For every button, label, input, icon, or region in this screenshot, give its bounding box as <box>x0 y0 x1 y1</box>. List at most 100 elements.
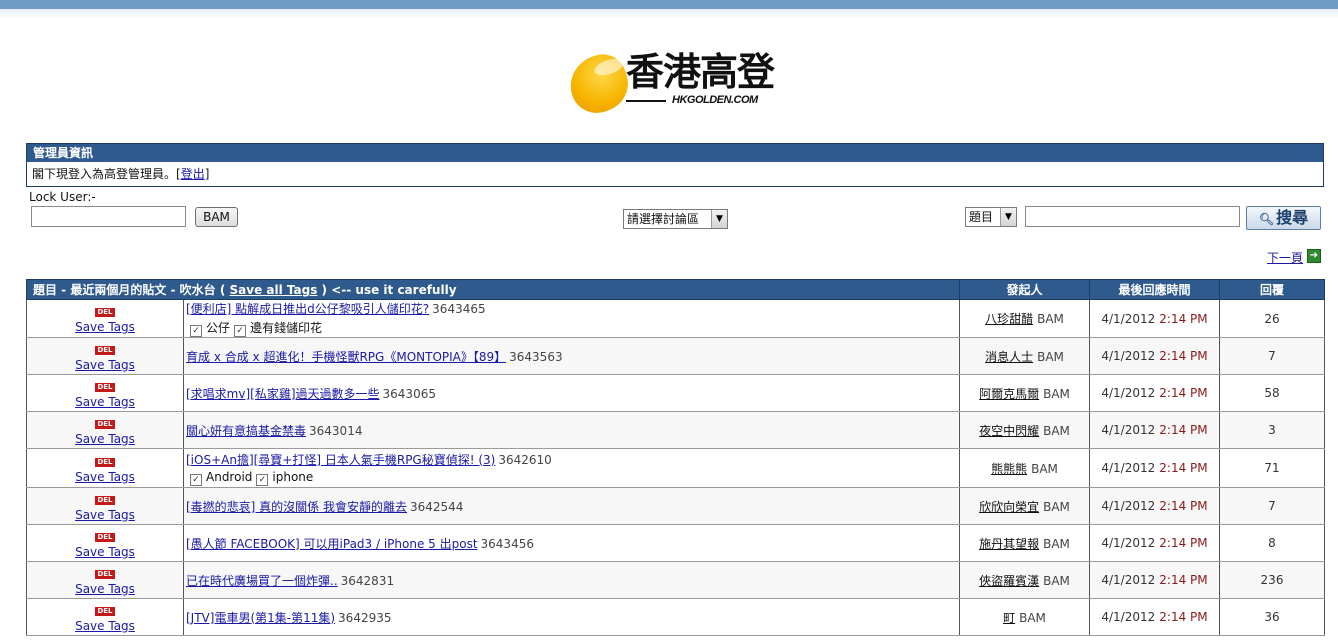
last-reply-cell: 4/1/2012 2:14 PM <box>1089 448 1220 488</box>
author-link[interactable]: 阿爾克馬爾 <box>979 387 1039 401</box>
header-title-prefix: 題目 - 最近兩個月的貼文 - 吹水台 ( <box>33 283 230 297</box>
delete-button[interactable]: DEL <box>95 382 115 392</box>
topic-title-link[interactable]: [iOS+An擔][尋寶+打怪] 日本人氣手機RPG秘寶偵探! (3) <box>186 453 495 467</box>
author-link[interactable]: 俠盜羅賓漢 <box>979 574 1039 588</box>
tag-checkbox[interactable]: ✓ <box>234 325 247 337</box>
author-bam-label[interactable]: BAM <box>1043 574 1070 588</box>
delete-button[interactable]: DEL <box>95 532 115 542</box>
reply-count: 3 <box>1219 411 1325 449</box>
forum-select[interactable]: 請選擇討論區 ▼ <box>623 209 728 229</box>
save-tags-link[interactable]: Save Tags <box>27 395 183 409</box>
topic-cell: [求唱求mv][私家雞]過天過數多一些 3643065 <box>183 374 960 412</box>
author-cell: 阿爾克馬爾 BAM <box>959 374 1090 412</box>
author-bam-label[interactable]: BAM <box>1019 611 1046 625</box>
topic-row: DEL Save Tags 育成 x 合成 x 超進化！手機怪獸RPG《MONTOP… <box>26 337 1325 375</box>
author-bam-label[interactable]: BAM <box>1043 537 1070 551</box>
tag-checkbox[interactable]: ✓ <box>190 325 202 337</box>
topic-title-link[interactable]: [愚人節 FACEBOOK] 可以用iPad3 / iPhone 5 出post <box>186 537 478 551</box>
reply-count: 58 <box>1219 374 1325 412</box>
last-reply-date: 4/1/2012 <box>1101 573 1156 587</box>
last-reply-date: 4/1/2012 <box>1101 349 1156 363</box>
topic-title-link[interactable]: 關心妍有意搞基金禁毒 <box>186 424 306 438</box>
author-link[interactable]: 町 <box>1003 611 1015 625</box>
save-tags-link[interactable]: Save Tags <box>27 432 183 446</box>
topic-table-body: DEL Save Tags [便利店] 點解成日推出d公仔黎吸引人儲印花? 36434… <box>26 299 1325 636</box>
delete-button[interactable]: DEL <box>95 457 115 467</box>
reply-count: 36 <box>1219 598 1325 636</box>
save-tags-link[interactable]: Save Tags <box>27 320 183 334</box>
author-link[interactable]: 八珍甜醋 <box>985 312 1033 326</box>
author-link[interactable]: 熊熊熊 <box>991 462 1027 476</box>
forum-select-value: 請選擇討論區 <box>627 212 700 226</box>
topic-row: DEL Save Tags 已在時代廣場買了一個炸彈.. 3642831 俠盜羅賓漢 BA… <box>26 561 1325 599</box>
topic-title-link[interactable]: 已在時代廣場買了一個炸彈.. <box>186 574 338 588</box>
topic-row: DEL Save Tags [iOS+An擔][尋寶+打怪] 日本人氣手機RPG秘寶… <box>26 448 1325 488</box>
save-all-tags-link[interactable]: Save all Tags <box>230 283 318 297</box>
lock-user-label: Lock User:- <box>29 190 96 204</box>
delete-button[interactable]: DEL <box>95 495 115 505</box>
lock-user-input[interactable] <box>31 206 186 227</box>
search-type-select[interactable]: 題目 ▼ <box>965 207 1017 227</box>
author-bam-label[interactable]: BAM <box>1037 350 1064 364</box>
topic-id: 3642610 <box>498 452 552 467</box>
topic-controls: DEL Save Tags <box>26 299 184 338</box>
author-bam-label[interactable]: BAM <box>1031 462 1058 476</box>
search-type-value: 題目 <box>969 210 994 224</box>
admin-info-body: 閣下現登入為高登管理員。[登出] <box>27 162 1323 186</box>
topic-row: DEL Save Tags [求唱求mv][私家雞]過天過數多一些 3643065 阿爾… <box>26 374 1325 412</box>
topic-id: 3643465 <box>432 302 486 316</box>
arrow-right-icon[interactable]: ➜ <box>1307 249 1321 263</box>
bam-button[interactable]: BAM <box>195 207 238 227</box>
last-reply-date: 4/1/2012 <box>1101 423 1156 437</box>
topic-id: 3643563 <box>509 349 563 364</box>
last-reply-time: 2:14 PM <box>1159 573 1208 587</box>
topic-id: 3642935 <box>338 610 392 625</box>
logout-link[interactable]: 登出 <box>181 167 205 181</box>
save-tags-link[interactable]: Save Tags <box>27 582 183 596</box>
topic-title-link[interactable]: [毒撚的悲哀] 真的沒關係 我會安靜的離去 <box>186 500 407 514</box>
author-link[interactable]: 消息人士 <box>985 350 1033 364</box>
last-reply-time: 2:14 PM <box>1159 349 1208 363</box>
save-tags-link[interactable]: Save Tags <box>27 545 183 559</box>
tag-label: Android <box>206 469 253 484</box>
topic-controls: DEL Save Tags <box>26 598 184 636</box>
topic-cell: [iOS+An擔][尋寶+打怪] 日本人氣手機RPG秘寶偵探! (3) 36426… <box>183 448 960 488</box>
last-reply-time: 2:14 PM <box>1159 536 1208 550</box>
topic-title-link[interactable]: [JTV]電車男(第1集-第11集) <box>186 611 335 625</box>
topic-cell: 育成 x 合成 x 超進化！手機怪獸RPG《MONTOPIA》【89】 36435… <box>183 337 960 375</box>
save-tags-link[interactable]: Save Tags <box>27 358 183 372</box>
author-bam-label[interactable]: BAM <box>1043 500 1070 514</box>
author-bam-label[interactable]: BAM <box>1043 387 1070 401</box>
topic-title-link[interactable]: [求唱求mv][私家雞]過天過數多一些 <box>186 387 380 401</box>
topic-id: 3643065 <box>382 386 436 401</box>
tag-checkbox[interactable]: ✓ <box>190 473 202 486</box>
author-link[interactable]: 欣欣向榮宜 <box>979 500 1039 514</box>
delete-button[interactable]: DEL <box>95 345 115 355</box>
save-tags-link[interactable]: Save Tags <box>27 470 183 484</box>
reply-count: 7 <box>1219 487 1325 525</box>
delete-button[interactable]: DEL <box>95 308 115 317</box>
author-cell: 施丹其望報 BAM <box>959 524 1090 562</box>
author-bam-label[interactable]: BAM <box>1037 312 1064 326</box>
author-link[interactable]: 夜空中閃耀 <box>979 424 1039 438</box>
delete-button[interactable]: DEL <box>95 569 115 579</box>
topic-title-link[interactable]: 育成 x 合成 x 超進化！手機怪獸RPG《MONTOPIA》【89】 <box>186 350 506 364</box>
topic-cell: 關心妍有意搞基金禁毒 3643014 <box>183 411 960 449</box>
author-bam-label[interactable]: BAM <box>1043 424 1070 438</box>
author-link[interactable]: 施丹其望報 <box>979 537 1039 551</box>
tag-label: 邊有錢儲印花 <box>250 321 323 335</box>
topic-title-link[interactable]: [便利店] 點解成日推出d公仔黎吸引人儲印花? <box>186 302 429 316</box>
topic-id: 3643014 <box>309 423 363 438</box>
admin-login-message: 閣下現登入為高登管理員。 <box>32 167 177 181</box>
site-logo[interactable]: 香港高登 HKGOLDEN.COM <box>562 47 778 121</box>
next-page-link[interactable]: 下一頁 <box>1267 249 1303 266</box>
author-cell: 熊熊熊 BAM <box>959 448 1090 488</box>
save-tags-link[interactable]: Save Tags <box>27 508 183 522</box>
delete-button[interactable]: DEL <box>95 419 115 429</box>
tag-checkbox[interactable]: ✓ <box>256 473 269 486</box>
save-tags-link[interactable]: Save Tags <box>27 619 183 633</box>
search-input[interactable] <box>1025 206 1240 227</box>
delete-button[interactable]: DEL <box>95 606 115 616</box>
last-reply-cell: 4/1/2012 2:14 PM <box>1089 598 1220 636</box>
search-button[interactable]: 🔍︎ 搜尋 <box>1246 206 1321 230</box>
